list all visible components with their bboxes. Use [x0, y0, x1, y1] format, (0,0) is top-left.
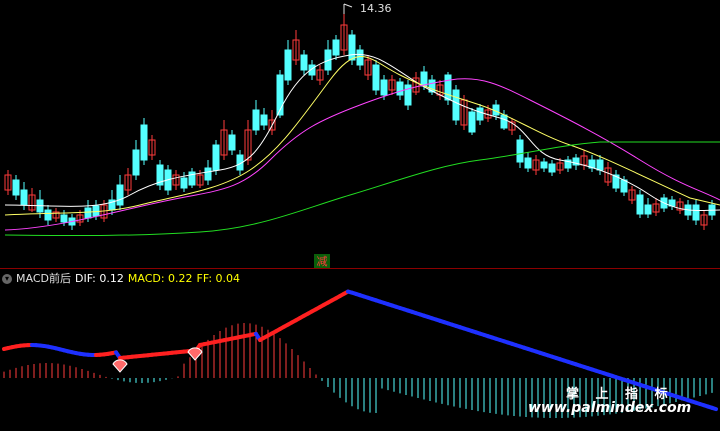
candle-body — [300, 54, 308, 71]
signal-badge: 减 — [314, 254, 330, 269]
candle-body — [644, 204, 652, 215]
signal-markers — [112, 347, 203, 373]
candle-body — [260, 114, 268, 126]
ma-line — [4, 141, 720, 237]
collapse-icon[interactable]: ▾ — [2, 274, 12, 284]
candle-body — [596, 159, 604, 171]
candle-body — [396, 81, 404, 96]
stock-chart[interactable] — [0, 0, 720, 431]
panel-divider — [0, 268, 720, 269]
candle-body — [284, 49, 292, 81]
candle-body — [476, 107, 484, 121]
candle-body — [420, 71, 428, 87]
macd-title: MACD前后 — [16, 272, 71, 285]
candle-body — [348, 34, 356, 61]
candle-body — [180, 177, 188, 189]
dif-segment — [710, 405, 718, 412]
dif-value: DIF: 0.12 — [74, 272, 124, 285]
candle-body — [356, 49, 364, 66]
candle-body — [444, 74, 452, 101]
candle-body — [140, 124, 148, 161]
macd-header: ▾ MACD前后 DIF: 0.12 MACD: 0.22 FF: 0.04 — [2, 272, 240, 286]
candle-body — [500, 114, 508, 129]
high-marker-icon — [343, 3, 353, 14]
candle-body — [468, 111, 476, 133]
candle-body — [380, 79, 388, 96]
candle-body — [20, 189, 28, 206]
candle-body — [44, 209, 52, 221]
candle-body — [692, 204, 700, 221]
candle-body — [372, 64, 380, 91]
candle-body — [84, 207, 92, 219]
candle-body — [332, 39, 340, 56]
high-price-label: 14.36 — [360, 2, 392, 15]
candle-body — [60, 214, 68, 223]
fan-marker-icon — [112, 359, 128, 373]
candle-body — [132, 149, 140, 176]
candle-body — [540, 161, 548, 169]
candle-body — [252, 109, 260, 131]
macd-value: MACD: 0.22 — [127, 272, 193, 285]
watermark-url: www.palmindex.com — [528, 400, 692, 416]
candle-body — [12, 179, 20, 196]
candle-body — [620, 179, 628, 193]
candle-body — [228, 134, 236, 151]
candle-body — [516, 139, 524, 163]
candle-body — [524, 157, 532, 169]
candle-body — [548, 163, 556, 173]
candlestick-series — [4, 5, 716, 230]
candle-body — [212, 144, 220, 171]
candle-body — [204, 167, 212, 181]
candle-body — [452, 89, 460, 121]
ff-value: FF: 0.04 — [196, 272, 241, 285]
candle-body — [636, 194, 644, 215]
candle-body — [116, 184, 124, 206]
